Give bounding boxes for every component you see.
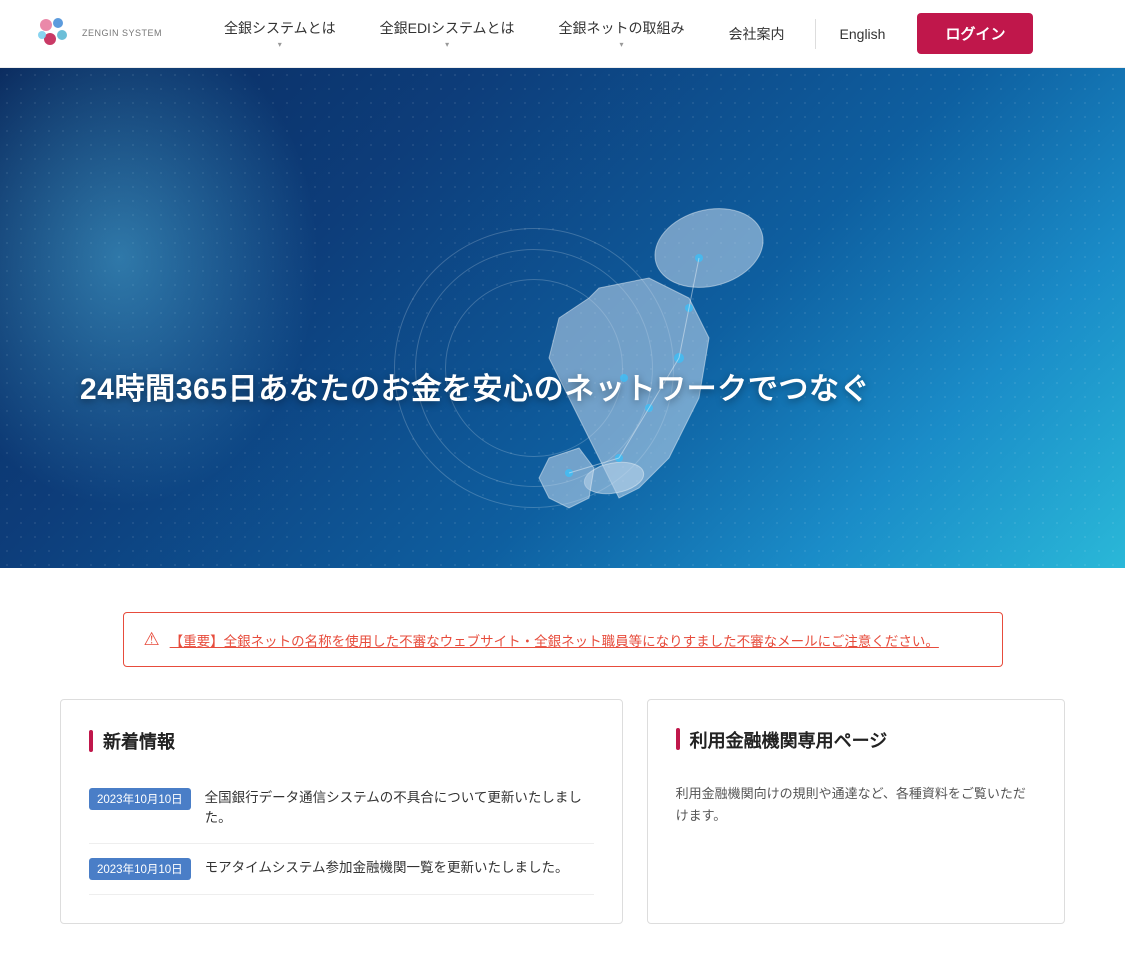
warning-icon: ⚠ <box>144 629 160 650</box>
news-date-badge: 2023年10月10日 <box>89 858 191 880</box>
news-section-title: 新着情報 <box>103 728 175 754</box>
title-accent <box>89 730 93 752</box>
content-section: 新着情報 2023年10月10日 全国銀行データ通信システムの不具合について更新… <box>0 699 1125 964</box>
news-title-bar: 新着情報 <box>89 728 594 754</box>
news-text[interactable]: モアタイムシステム参加金融機関一覧を更新いたしました。 <box>205 858 569 878</box>
hero-title: 24時間365日あなたのお金を安心のネットワークでつなぐ <box>80 364 870 408</box>
header: ZENGIN SYSTEM 全銀システムとは ▾ 全銀EDIシステムとは ▾ 全… <box>0 0 1125 68</box>
news-item: 2023年10月10日 全国銀行データ通信システムの不具合について更新いたしまし… <box>89 774 594 844</box>
info-card-title: 利用金融機関専用ページ <box>690 728 888 755</box>
info-card: 利用金融機関専用ページ 利用金融機関向けの規則や通達など、各種資料をご覧いただけ… <box>647 699 1065 924</box>
login-button[interactable]: ログイン <box>917 13 1033 54</box>
logo-text: ZENGIN SYSTEM <box>82 28 162 40</box>
hero-section: 24時間365日あなたのお金を安心のネットワークでつなぐ <box>0 68 1125 568</box>
title-accent <box>676 728 680 750</box>
news-item: 2023年10月10日 モアタイムシステム参加金融機関一覧を更新いたしました。 <box>89 844 594 895</box>
info-title-bar: 利用金融機関専用ページ <box>676 728 1036 769</box>
news-card: 新着情報 2023年10月10日 全国銀行データ通信システムの不具合について更新… <box>60 699 623 924</box>
nav-english[interactable]: English <box>824 0 902 68</box>
news-date-badge: 2023年10月10日 <box>89 788 191 810</box>
info-card-description: 利用金融機関向けの規則や通達など、各種資料をご覧いただけます。 <box>676 783 1036 827</box>
chevron-down-icon: ▾ <box>445 40 449 49</box>
nav-item-kaisha[interactable]: 会社案内 <box>707 0 807 68</box>
logo-icon <box>32 13 74 55</box>
nav-item-torikumi[interactable]: 全銀ネットの取組み ▾ <box>537 0 707 68</box>
chevron-down-icon: ▾ <box>278 40 282 49</box>
news-text[interactable]: 全国銀行データ通信システムの不具合について更新いたしました。 <box>205 788 594 829</box>
alert-banner[interactable]: ⚠ 【重要】全銀ネットの名称を使用した不審なウェブサイト・全銀ネット職員等になり… <box>123 612 1003 667</box>
nav-item-zengin-system[interactable]: 全銀システムとは ▾ <box>202 0 358 68</box>
nav-divider <box>815 19 816 49</box>
main-nav: 全銀システムとは ▾ 全銀EDIシステムとは ▾ 全銀ネットの取組み ▾ 会社案… <box>202 0 1093 68</box>
nav-item-zengin-edi[interactable]: 全銀EDIシステムとは ▾ <box>358 0 537 68</box>
logo[interactable]: ZENGIN SYSTEM <box>32 13 162 55</box>
chevron-down-icon: ▾ <box>620 40 624 49</box>
alert-text[interactable]: 【重要】全銀ネットの名称を使用した不審なウェブサイト・全銀ネット職員等になりすま… <box>170 630 939 650</box>
